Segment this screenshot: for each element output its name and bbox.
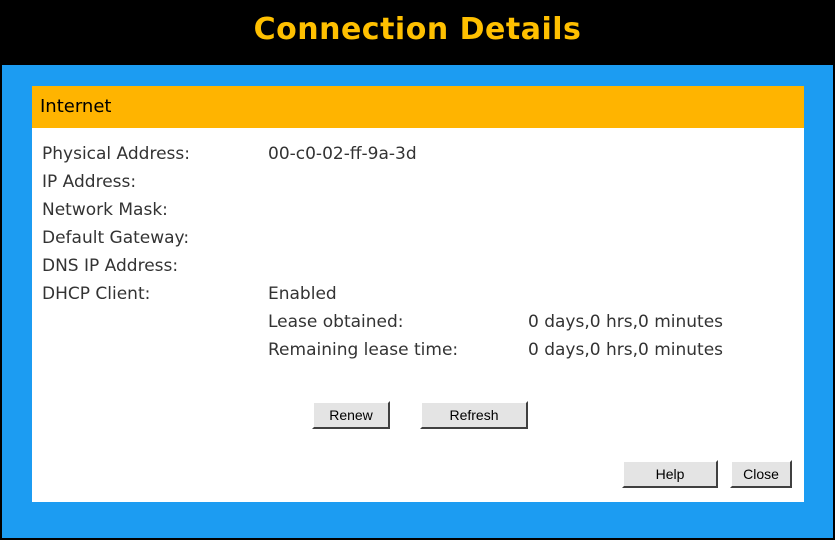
section-title: Internet [40, 96, 112, 117]
lease-obtained-value: 0 days,0 hrs,0 minutes [528, 312, 724, 332]
help-button[interactable]: Help [622, 460, 718, 488]
physical-address-value: 00-c0-02-ff-9a-3d [268, 144, 417, 164]
default-gateway-label: Default Gateway: [42, 228, 190, 248]
dhcp-client-label: DHCP Client: [42, 284, 151, 304]
ip-address-label: IP Address: [42, 172, 137, 192]
dns-ip-address-label: DNS IP Address: [42, 256, 179, 276]
dhcp-client-value: Enabled [268, 284, 337, 304]
remaining-lease-time-value: 0 days,0 hrs,0 minutes [528, 340, 724, 360]
window-title: Connection Details [253, 12, 582, 47]
lease-obtained-label: Lease obtained: [268, 312, 404, 332]
physical-address-label: Physical Address: [42, 144, 190, 164]
refresh-button[interactable]: Refresh [420, 401, 528, 429]
details-panel: Internet Physical Address: 00-c0-02-ff-9… [32, 86, 804, 502]
window-frame: Connection Details Internet Physical Add… [0, 0, 835, 540]
section-header: Internet [32, 86, 804, 128]
title-bar: Connection Details [2, 2, 833, 65]
renew-button[interactable]: Renew [312, 401, 390, 429]
network-mask-label: Network Mask: [42, 200, 168, 220]
close-button[interactable]: Close [730, 460, 792, 488]
remaining-lease-time-label: Remaining lease time: [268, 340, 459, 360]
